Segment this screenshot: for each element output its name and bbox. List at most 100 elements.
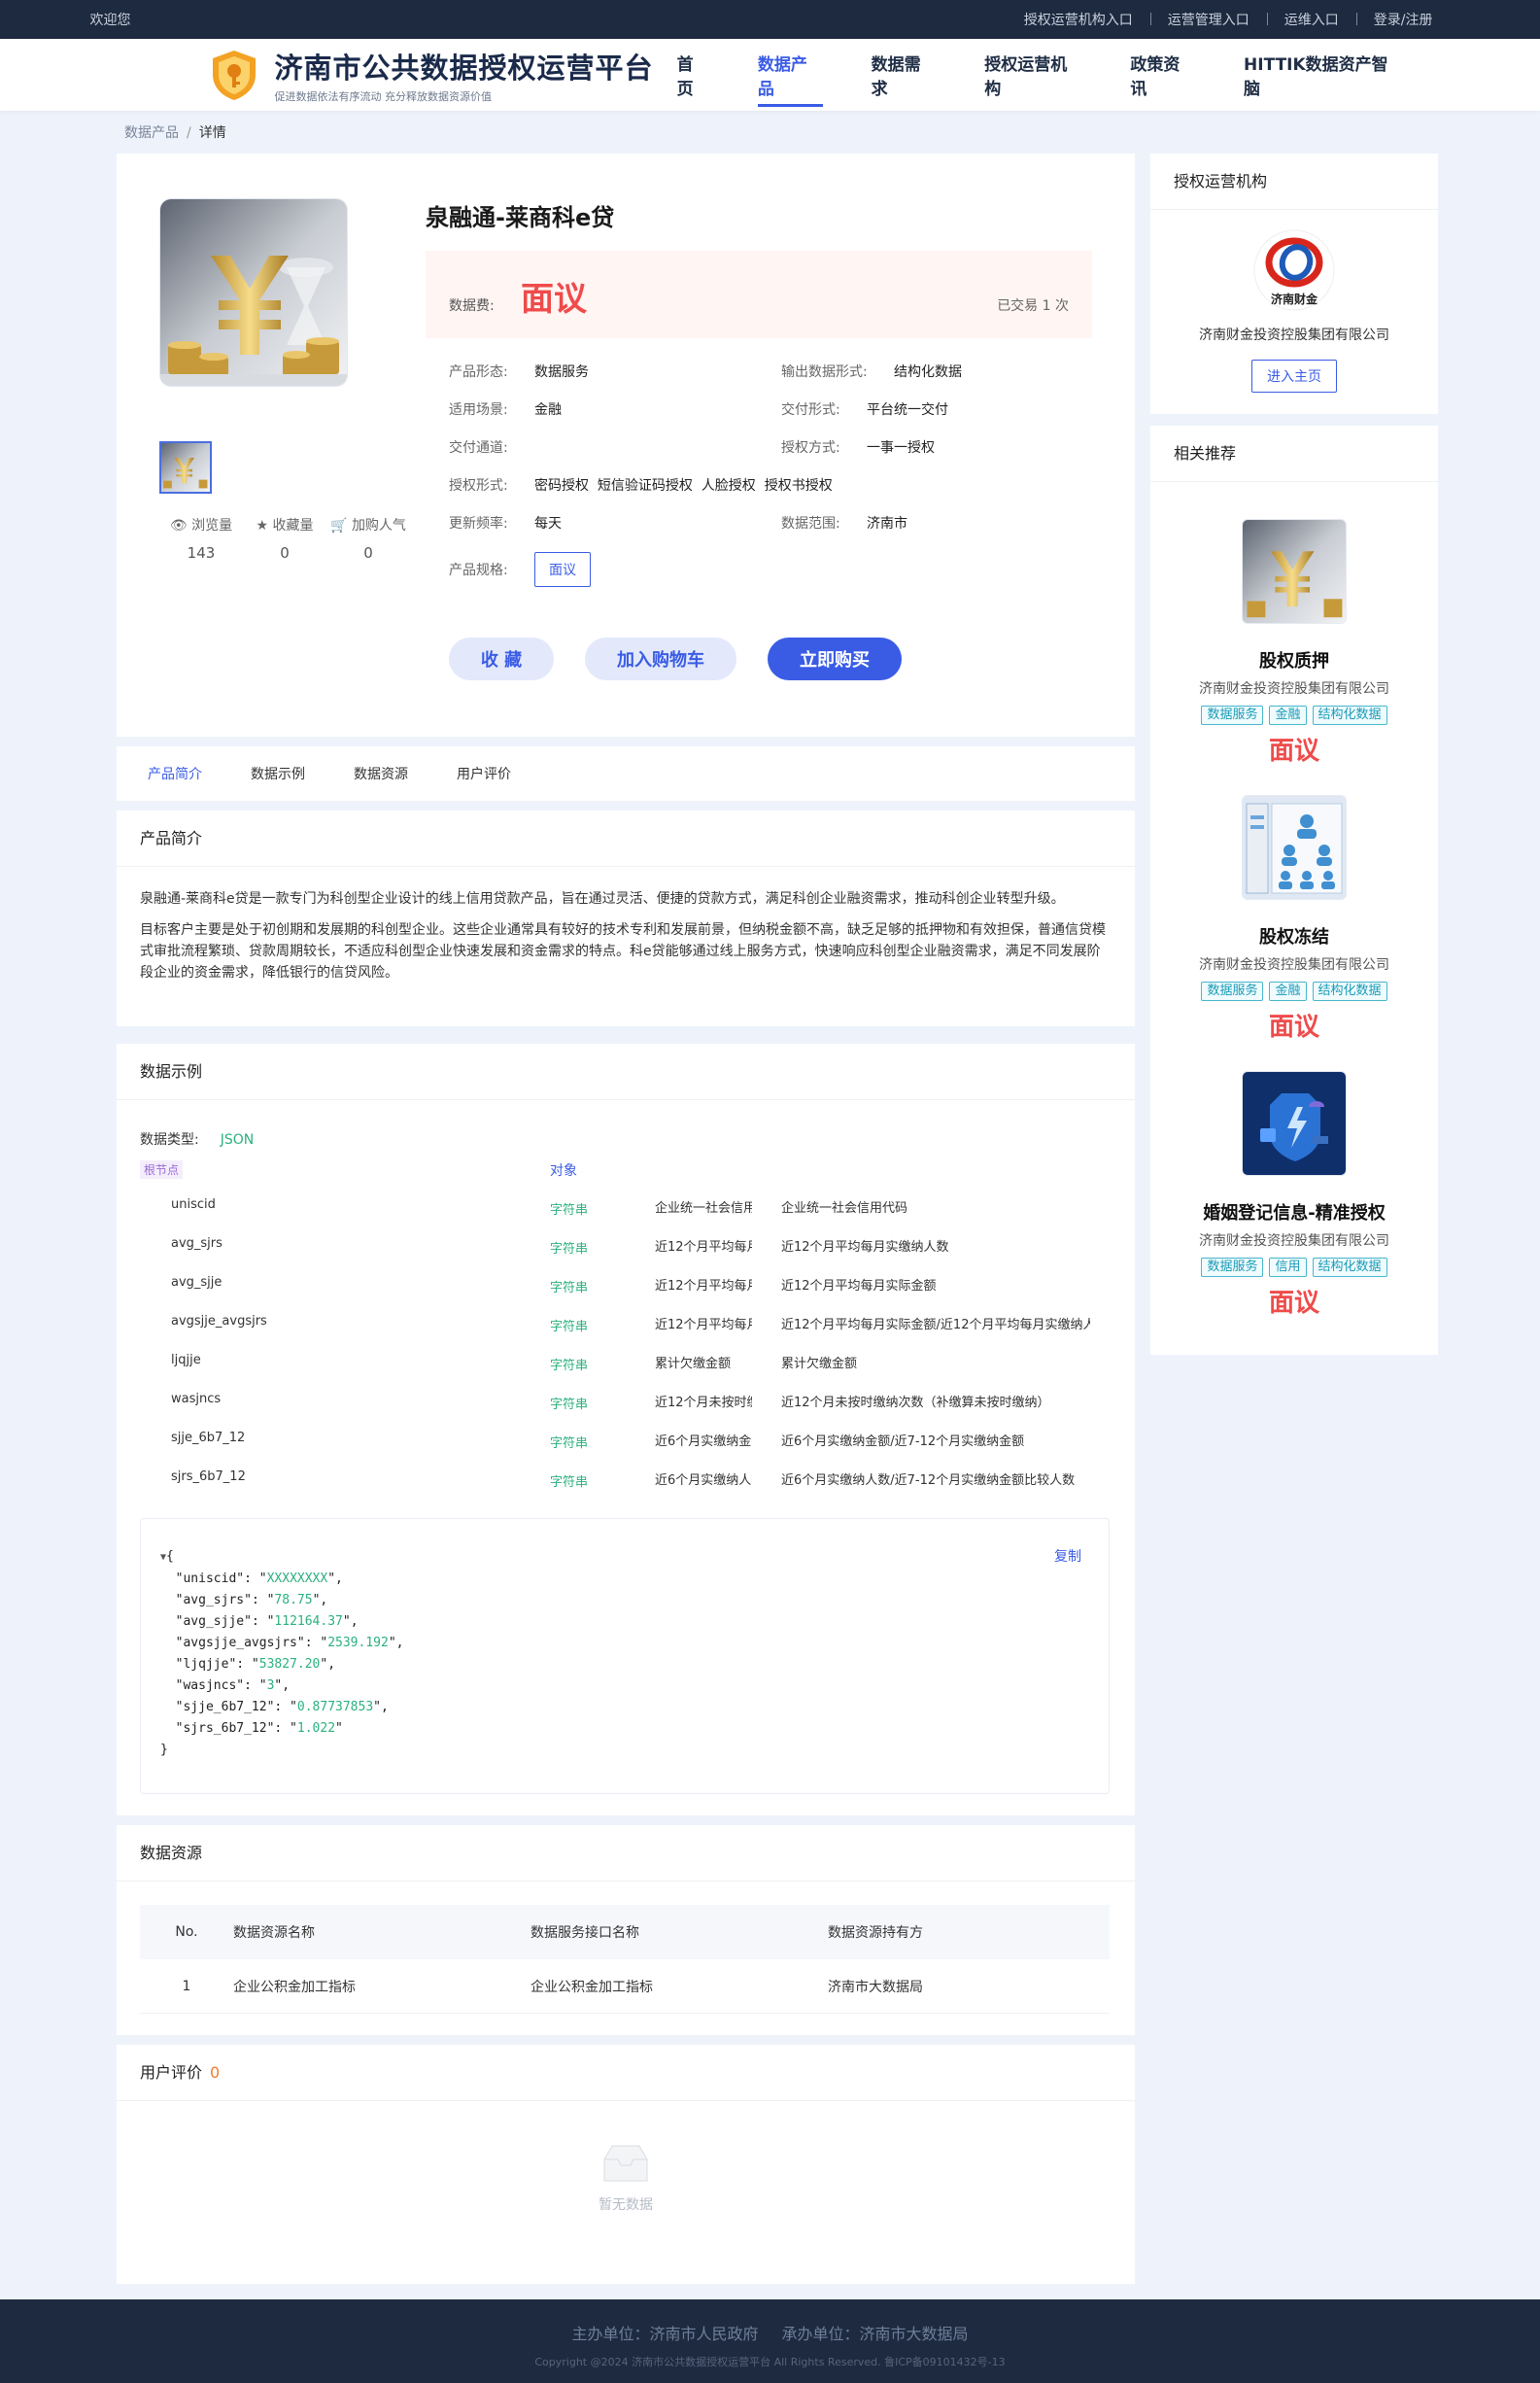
recommend-name: 股权冻结 [1259,927,1329,948]
field-type: 字符串 [550,1320,589,1334]
field-description: 企业统一社会信用代码 [781,1201,908,1216]
operator-name: 济南财金投资控股集团有限公司 [1199,328,1389,343]
attr-form: 产品形态: 数据服务 [449,364,589,380]
recommend-org: 济南财金投资控股集团有限公司 [1199,1233,1389,1249]
yen-coins-image [160,199,347,386]
login-register-link[interactable]: 登录/注册 [1355,10,1451,29]
field-name: avg_sjje [171,1275,222,1290]
table-row: avg_sjrs 字符串 近12个月平均每月实缴纳人数 近12个月平均每月实缴纳人数 [171,1228,1104,1267]
nav-operators[interactable]: 授权运营机构 [984,27,1081,122]
resource-title: 数据资源 [117,1825,1135,1882]
field-short-desc: 企业统一社会信用代码 [655,1201,752,1216]
product-card: 👁 浏览量 143 ★ 收藏量 0 🛒 加购人气 0 泉融通-莱商科e贷 数据费… [117,154,1135,737]
detail-tabs: 产品简介 数据示例 数据资源 用户评价 [117,746,1135,801]
operator-entry-link[interactable]: 授权运营机构入口 [1007,10,1150,29]
operation-admin-link[interactable]: 运营管理入口 [1149,10,1267,29]
shield-key-icon [212,51,256,100]
product-thumbnail[interactable] [159,441,212,494]
json-value: 0.87737853 [296,1700,374,1714]
field-name: uniscid [171,1197,216,1212]
add-to-cart-button[interactable]: 加入购物车 [585,638,736,680]
empty-state: 暂无数据 [117,2142,1135,2214]
breadcrumb-current: 详情 [198,125,226,141]
table-row: sjrs_6b7_12 字符串 近6个月实缴纳人数 近6个月实缴纳人数/近7-12个月… [171,1462,1104,1501]
cart-count: 0 [363,544,373,562]
recommend-org: 济南财金投资控股集团有限公司 [1199,957,1389,973]
nav-data-products[interactable]: 数据产品 [757,27,823,122]
top-links: 授权运营机构入口 运营管理入口 运维入口 登录/注册 [1007,10,1451,29]
field-type: 字符串 [550,1203,589,1218]
field-type: 字符串 [550,1359,589,1373]
buy-now-button[interactable]: 立即购买 [768,638,902,680]
tab-intro[interactable]: 产品简介 [148,764,202,783]
favorites-count: 0 [280,544,290,562]
nav-policy-news[interactable]: 政策资讯 [1130,27,1195,122]
json-preview: 复制 ▼{ "uniscid": "XXXXXXXX", "avg_sjrs":… [140,1518,1110,1794]
json-key: sjje_6b7_12 [183,1700,267,1714]
stat-views: 👁 浏览量 143 [159,515,243,562]
field-short-desc: 近12个月平均每月实际金额 [655,1318,752,1332]
tab-resource[interactable]: 数据资源 [354,764,408,783]
field-short-desc: 累计欠缴金额 [655,1357,732,1371]
json-key: uniscid [183,1571,237,1586]
favorite-button[interactable]: 收 藏 [449,638,554,680]
recommend-item[interactable]: 股权冻结 济南财金投资控股集团有限公司 数据服务 金融 结构化数据 面议 [1150,795,1438,1043]
json-key: avg_sjrs [183,1593,245,1607]
field-description: 近6个月实缴纳人数/近7-12个月实缴纳金额比较人数 [781,1473,1076,1488]
empty-text: 暂无数据 [599,2197,653,2213]
breadcrumb-separator: / [187,125,191,141]
nav-home[interactable]: 首页 [677,27,709,122]
field-short-desc: 近6个月实缴纳人数 [655,1473,752,1488]
footer-organizer: 承办单位：济南市大数据局 [781,2325,969,2343]
field-type: 字符串 [550,1436,589,1451]
stat-favorites: ★ 收藏量 0 [243,515,326,562]
field-description: 近12个月未按时缴纳次数（补缴算未按时缴纳） [781,1396,1050,1410]
header: 济南市公共数据授权运营平台 促进数据依法有序流动 充分释放数据资源价值 首页 数… [0,39,1540,111]
copy-button[interactable]: 复制 [1054,1546,1081,1566]
recommend-tags: 数据服务 信用 结构化数据 [1150,1258,1438,1277]
field-short-desc: 近12个月平均每月实际金额 [655,1279,752,1294]
json-value: 3 [266,1678,275,1693]
json-value: 112164.37 [274,1614,343,1629]
recommend-org: 济南财金投资控股集团有限公司 [1199,681,1389,697]
resource-section: 数据资源 No. 数据资源名称 数据服务接口名称 数据资源持有方 1 企业公积金… [117,1825,1135,2035]
table-row: 1 企业公积金加工指标 企业公积金加工指标 济南市大数据局 [140,1959,1110,2014]
json-value: 78.75 [274,1593,313,1607]
operator-logo-icon: 济南财金 [1253,229,1335,311]
json-key: avgsjje_avgsjrs [183,1636,297,1650]
recommend-image [1242,795,1347,900]
field-description: 累计欠缴金额 [781,1357,858,1371]
recommend-price: 面议 [1268,737,1319,766]
sample-section: 数据示例 数据类型: JSON 根节点 对象 uniscid 字符串 企业统一社会信用… [117,1044,1135,1815]
breadcrumb: 数据产品 / 详情 [124,122,226,142]
recommend-title: 相关推荐 [1150,426,1438,482]
field-type: 字符串 [550,1475,589,1490]
footer: 主办单位：济南市人民政府 承办单位：济南市大数据局 Copyright @2024… [0,2299,1540,2383]
recommend-name: 股权质押 [1259,651,1329,672]
table-row: ljqjje 字符串 累计欠缴金额 累计欠缴金额 [171,1345,1104,1384]
field-short-desc: 近12个月未按时缴纳次数 [655,1396,752,1410]
collapse-caret-icon[interactable]: ▼ [160,1552,166,1563]
json-code: ▼{ "uniscid": "XXXXXXXX", "avg_sjrs": "7… [160,1549,404,1757]
enter-homepage-button[interactable]: 进入主页 [1251,360,1337,393]
field-name: avg_sjrs [171,1236,222,1251]
nav-data-demands[interactable]: 数据需求 [872,27,937,122]
field-name: avgsjje_avgsjrs [171,1314,267,1329]
recommend-item[interactable]: 婚姻登记信息-精准授权 济南财金投资控股集团有限公司 数据服务 信用 结构化数据 面… [1150,1071,1438,1319]
attr-range: 数据范围: 济南市 [781,516,907,532]
recommend-item[interactable]: 股权质押 济南财金投资控股集团有限公司 数据服务 金融 结构化数据 面议 [1150,519,1438,767]
recommend-image [1242,1071,1347,1176]
json-value: 2539.192 [327,1636,389,1650]
spec-option-button[interactable]: 面议 [534,552,591,587]
tab-sample[interactable]: 数据示例 [251,764,305,783]
field-description: 近12个月平均每月实缴纳人数 [781,1240,949,1255]
breadcrumb-parent[interactable]: 数据产品 [124,125,179,141]
recommend-tags: 数据服务 金融 结构化数据 [1150,982,1438,1001]
nav-asset-brain[interactable]: HITTIK数据资产智脑 [1244,27,1401,122]
table-row: avg_sjje 字符串 近12个月平均每月实际金额 近12个月平均每月实际金额 [171,1267,1104,1306]
stat-cart: 🛒 加购人气 0 [326,515,410,562]
site-logo[interactable]: 济南市公共数据授权运营平台 促进数据依法有序流动 充分释放数据资源价值 [207,46,677,104]
tab-review[interactable]: 用户评价 [457,764,511,783]
maintenance-link[interactable]: 运维入口 [1266,10,1356,29]
field-name: sjrs_6b7_12 [171,1469,246,1484]
